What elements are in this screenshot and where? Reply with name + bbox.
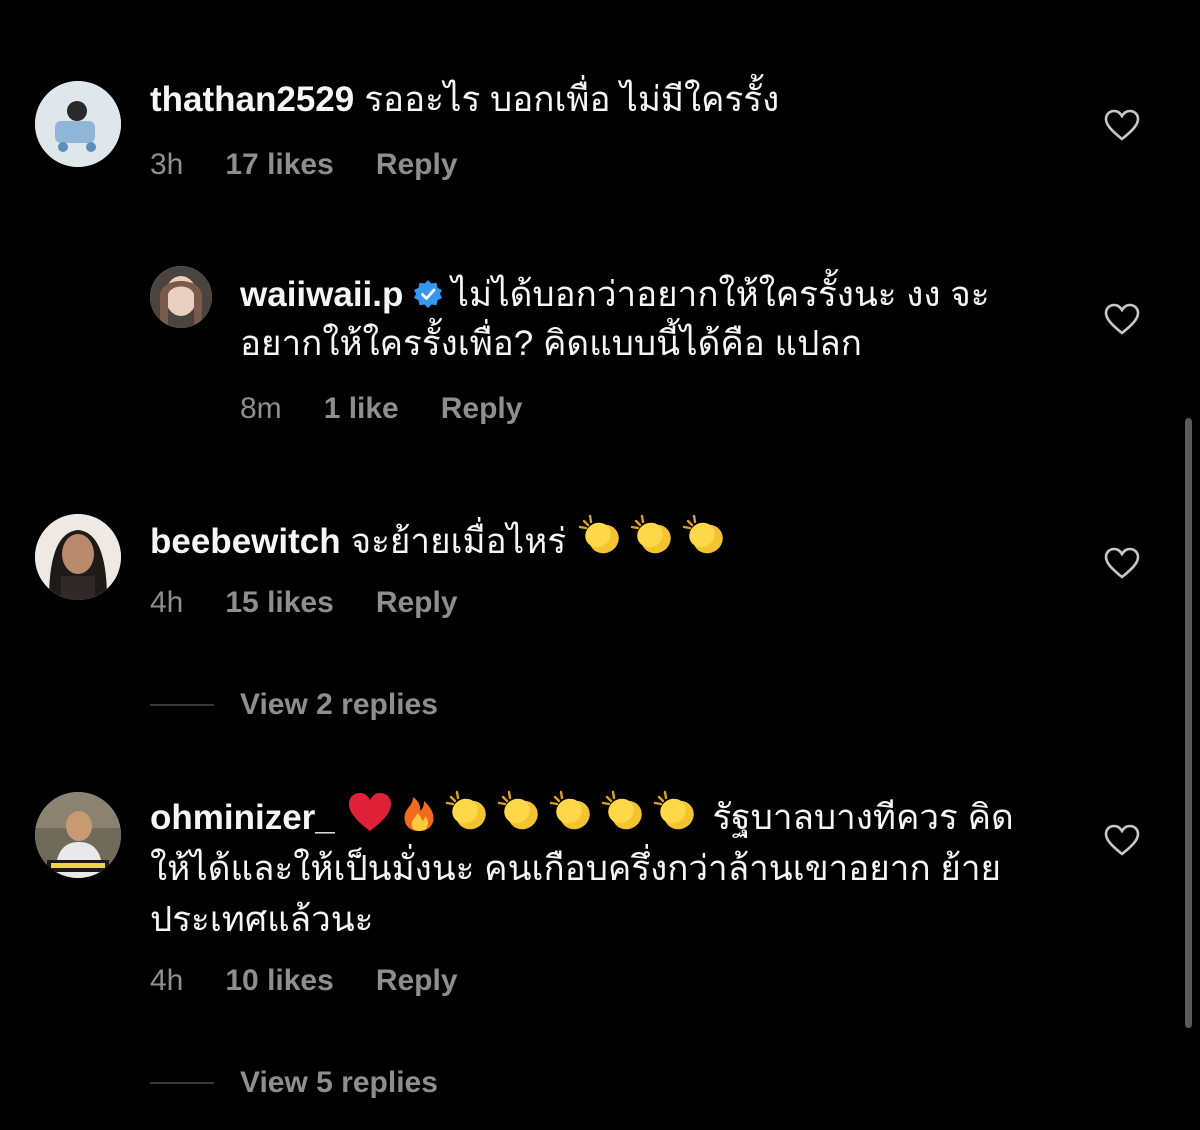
clapping-hands-icon [653,789,701,833]
scrollbar[interactable] [1185,418,1192,1028]
timestamp: 8m [240,392,282,425]
timestamp: 4h [150,586,184,619]
avatar-image [35,514,121,600]
clapping-hands-icon [497,789,545,833]
likes-count[interactable]: 10 likes [225,963,333,999]
reply-button[interactable]: Reply [376,963,458,999]
clapping-hands-icon [549,789,597,833]
avatar-image [35,81,121,167]
comment-meta: 4h 10 likes Reply [150,963,500,999]
comment-text: beebewitch จะย้ายเมื่อไหร่ [150,513,1050,566]
reply-button[interactable]: Reply [441,391,523,427]
heart-icon[interactable] [1104,824,1140,856]
comment-meta: 3h 17 likes Reply [150,147,500,183]
fire-icon [397,789,441,833]
avatar[interactable] [35,81,121,167]
reply-button[interactable]: Reply [376,585,458,621]
clapping-hands-icon [682,513,730,557]
avatar[interactable] [150,266,212,328]
divider-line [150,704,214,706]
timestamp: 4h [150,964,184,997]
comment-text: thathan2529 รออะไร บอกเพื่อ ไม่มีใครรั้ง [150,75,1050,124]
username[interactable]: thathan2529 [150,80,354,119]
likes-count[interactable]: 1 like [324,391,399,427]
comment-body: จะย้ายเมื่อไหร่ [350,522,567,561]
heart-icon[interactable] [1104,303,1140,335]
username[interactable]: ohminizer_ [150,798,335,837]
heart-icon[interactable] [1104,547,1140,579]
clapping-hands-icon [601,789,649,833]
avatar-image [150,266,212,328]
avatar-image [35,792,121,878]
clapping-hands-icon [578,513,626,557]
comment-body-line1: รัฐบาลบางทีควร [712,798,958,837]
avatar[interactable] [35,792,121,878]
avatar[interactable] [35,514,121,600]
view-replies-label[interactable]: View 2 replies [240,688,438,722]
heart-icon[interactable] [1104,109,1140,141]
username[interactable]: waiiwaii.p [240,275,403,314]
view-replies-button[interactable]: View 5 replies [150,1063,438,1103]
comment-meta: 4h 15 likes Reply [150,585,500,621]
reply-button[interactable]: Reply [376,147,458,183]
comment-body: รออะไร บอกเพื่อ ไม่มีใครรั้ง [364,80,780,119]
username[interactable]: beebewitch [150,522,341,561]
likes-count[interactable]: 17 likes [225,147,333,183]
red-heart-icon [347,791,393,833]
verified-badge-icon [414,280,443,308]
comment-text: waiiwaii.p ไม่ได้บอกว่าอยากให้ใครรั้งนะ ง… [240,270,1030,368]
likes-count[interactable]: 15 likes [225,585,333,621]
clapping-hands-icon [445,789,493,833]
divider-line [150,1082,214,1084]
timestamp: 3h [150,148,184,181]
comment-text: ohminizer_ รัฐบาลบางทีควร คิดให้ได้และให… [150,789,1050,945]
view-replies-label[interactable]: View 5 replies [240,1066,438,1100]
clapping-hands-icon [630,513,678,557]
comment-meta: 8m 1 like Reply [240,391,564,427]
view-replies-button[interactable]: View 2 replies [150,685,438,725]
